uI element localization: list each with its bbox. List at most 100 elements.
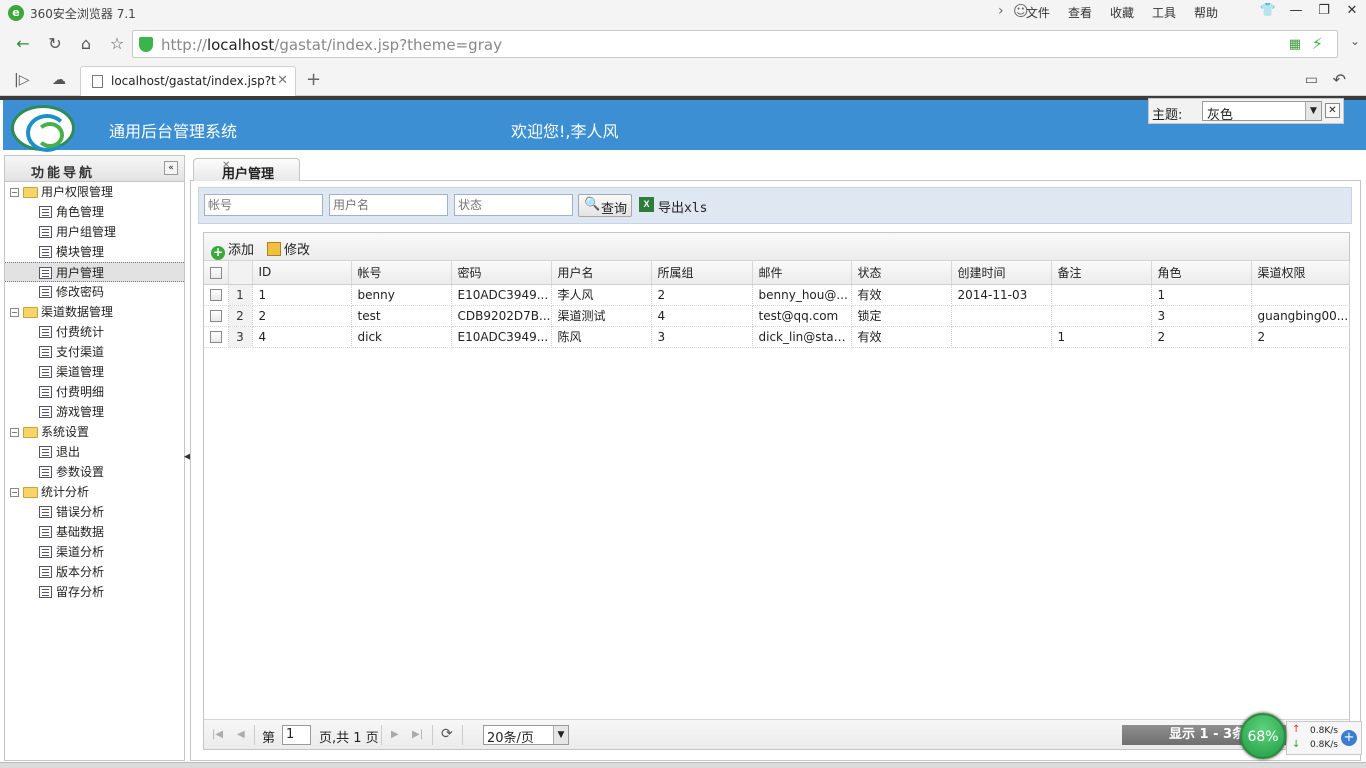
close-icon[interactable]: ✕ [222,160,292,171]
cloud-icon[interactable]: ☁ [52,72,66,88]
tree-group-settings[interactable]: − 系统设置 [5,422,184,442]
sidebar-item-user[interactable]: 用户管理 [5,262,184,282]
search-bar: 🔍 查询 X 导出xls [198,187,1352,224]
page-size-select[interactable]: 20条/页 ▼ [483,725,569,746]
minimize-button[interactable]: — [1282,0,1310,22]
col-header[interactable]: 密码 [451,261,552,285]
chevron-down-icon[interactable]: ▼ [1305,102,1321,120]
edit-button[interactable]: 修改 [267,239,310,258]
col-header[interactable]: ID [252,261,352,285]
close-window-button[interactable]: ✕ [1338,0,1366,22]
memory-usage-ball[interactable]: 68% [1240,713,1286,759]
sidebar-item-basic[interactable]: 基础数据 [5,522,184,542]
upload-speed: 0.8K/s [1310,726,1338,736]
close-tab-icon[interactable]: ✕ [277,73,288,88]
col-header[interactable]: 备注 [1051,261,1152,285]
refresh-icon[interactable]: ↻ [44,33,66,55]
table-row[interactable]: 1 1 benny E10ADC3949... 李人风 2 benny_hou@… [204,284,1350,306]
sidebar-item-password[interactable]: 修改密码 [5,282,184,302]
page-icon [39,446,52,458]
sidebar-item-logout[interactable]: 退出 [5,442,184,462]
sidebar-toggle-icon[interactable]: |▷ [14,72,29,88]
col-header[interactable]: 创建时间 [951,261,1052,285]
page-number-input[interactable]: 1 [282,725,311,745]
prev-page-icon[interactable]: ◀ [237,729,245,740]
select-all-checkbox[interactable] [204,261,229,285]
chevron-down-icon[interactable]: ⌄ [1350,34,1360,48]
browser-tab[interactable]: localhost/gastat/index.jsp?th ✕ [80,66,296,96]
chevron-right-icon[interactable]: › [998,3,1004,19]
sidebar-item-game[interactable]: 游戏管理 [5,402,184,422]
tree-group-user-permissions[interactable]: − 用户权限管理 [5,182,184,202]
lightning-icon[interactable]: ⚡ [1312,34,1323,53]
sidebar-item-params[interactable]: 参数设置 [5,462,184,482]
menu-file[interactable]: 文件 [1026,4,1050,21]
add-button[interactable]: + 添加 [211,239,254,260]
sidebar-item-pay-detail[interactable]: 付费明细 [5,382,184,402]
tab-list-icon[interactable]: ▭ [1305,72,1318,88]
col-header[interactable]: 渠道权限 [1251,261,1350,285]
expand-toggle-icon[interactable]: − [10,308,19,317]
excel-icon: X [639,197,654,212]
menu-favorites[interactable]: 收藏 [1110,4,1134,21]
menu-help[interactable]: 帮助 [1194,4,1218,21]
new-tab-button[interactable]: + [306,69,321,90]
menu-tools[interactable]: 工具 [1152,4,1176,21]
sidebar-item-pay-stats[interactable]: 付费统计 [5,322,184,342]
tree-group-analysis[interactable]: − 统计分析 [5,482,184,502]
page-prefix: 第 [262,731,276,746]
col-header[interactable]: 用户名 [551,261,652,285]
close-icon[interactable]: ✕ [1325,103,1340,118]
sidebar-item-retention[interactable]: 留存分析 [5,582,184,602]
url-text[interactable]: http://localhost/gastat/index.jsp?theme=… [161,36,502,54]
qr-code-icon[interactable]: ▦ [1289,37,1301,52]
expand-toggle-icon[interactable]: − [10,188,19,197]
star-icon[interactable]: ☆ [106,33,128,55]
status-search-input[interactable] [454,194,573,216]
plus-icon[interactable]: + [1341,730,1357,746]
sidebar-item-version[interactable]: 版本分析 [5,562,184,582]
next-page-icon[interactable]: ▶ [391,729,399,740]
chevron-down-icon[interactable]: ▼ [553,726,568,744]
home-icon[interactable]: ⌂ [75,33,97,55]
username-search-input[interactable] [329,194,448,216]
col-header[interactable]: 所属组 [651,261,753,285]
row-checkbox[interactable] [204,284,229,306]
table-cell: 锁定 [851,305,952,327]
theme-select[interactable]: 灰色 ▼ [1202,101,1322,123]
first-page-icon[interactable]: |◀ [212,729,223,740]
table-cell: 2014-11-03 [951,284,1052,306]
table-row[interactable]: 3 4 dick E10ADC3949... 陈风 3 dick_lin@sta… [204,326,1350,348]
sidebar-item-error[interactable]: 错误分析 [5,502,184,522]
last-page-icon[interactable]: ▶| [412,729,423,740]
row-checkbox[interactable] [204,326,229,348]
col-header[interactable]: 帐号 [351,261,452,285]
skin-icon[interactable]: 👕 [1254,0,1282,22]
row-checkbox[interactable] [204,305,229,327]
expand-toggle-icon[interactable]: − [10,428,19,437]
col-header[interactable]: 状态 [851,261,952,285]
restore-button[interactable]: ❐ [1310,0,1338,22]
refresh-icon[interactable]: ⟳ [441,726,453,742]
col-header[interactable]: 角色 [1151,261,1252,285]
col-header[interactable]: 邮件 [752,261,852,285]
expand-toggle-icon[interactable]: − [10,488,19,497]
collapse-icon[interactable]: « [164,161,178,175]
sidebar-item-channel-analysis[interactable]: 渠道分析 [5,542,184,562]
sidebar-item-module[interactable]: 模块管理 [5,242,184,262]
undo-icon[interactable]: ↶ [1333,70,1346,89]
sidebar-item-role[interactable]: 角色管理 [5,202,184,222]
tab-user-management[interactable]: 用户管理 ✕ [193,158,300,182]
sidebar-item-pay-channel[interactable]: 支付渠道 [5,342,184,362]
back-arrow-icon[interactable]: ← [12,33,34,55]
tree-group-channel-data[interactable]: − 渠道数据管理 [5,302,184,322]
network-speed-widget[interactable]: ↑ 0.8K/s ↓ 0.8K/s + 68% [1240,713,1364,763]
query-button[interactable]: 🔍 查询 [578,194,632,217]
address-bar[interactable]: http://localhost/gastat/index.jsp?theme=… [132,30,1338,58]
sidebar-item-user-group[interactable]: 用户组管理 [5,222,184,242]
account-search-input[interactable] [204,194,323,216]
sidebar-item-channel[interactable]: 渠道管理 [5,362,184,382]
user-table: ID 帐号 密码 用户名 所属组 邮件 状态 创建时间 备注 角色 渠道权限 1… [204,261,1350,348]
table-row[interactable]: 2 2 test CDB9202D7B... 渠道测试 4 test@qq.co… [204,305,1350,327]
menu-view[interactable]: 查看 [1068,4,1092,21]
